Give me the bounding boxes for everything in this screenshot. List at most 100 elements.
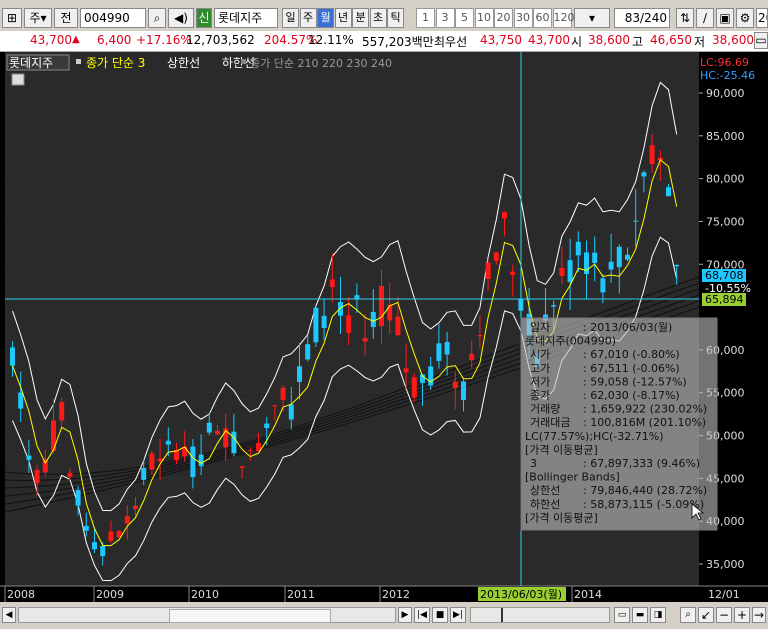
scroll-thumb[interactable] — [169, 609, 331, 623]
quote-bar: 43,700 ▲ 6,400 +17.16% 12,703,562 204.57… — [0, 31, 768, 52]
type-select[interactable]: 주▾ — [24, 8, 52, 28]
scroll-track[interactable] — [18, 607, 396, 623]
candle-body — [403, 368, 409, 373]
zoom-slider-thumb[interactable] — [501, 608, 503, 622]
tooltip-close_label: 종가 — [530, 389, 550, 402]
tooltip-low_label: 저가 — [530, 375, 550, 388]
candle-body — [633, 220, 639, 222]
period-2[interactable]: 주 — [299, 8, 317, 28]
period-7[interactable]: 틱 — [387, 8, 404, 28]
candle-body — [288, 404, 294, 420]
stock-name-field[interactable]: 롯데지주 — [214, 8, 278, 28]
gear-icon[interactable]: ⚙ — [736, 8, 754, 28]
interval-20[interactable]: 20 — [494, 8, 513, 28]
candle-body — [362, 338, 368, 342]
x-tick-label: 2009 — [96, 588, 124, 601]
legend-ma-multi: 종가 단순 210 220 230 240 — [250, 57, 392, 70]
stock-code-input[interactable]: 004990 — [80, 8, 146, 28]
search-icon-bottom[interactable]: ⌕ — [680, 607, 696, 623]
plus-icon[interactable]: + — [734, 607, 750, 623]
tooltip-name: 롯데지주(004990) — [525, 335, 616, 348]
minus-icon[interactable]: − — [716, 607, 732, 623]
zoom-out-icon[interactable]: ▬ — [632, 607, 648, 623]
interval-3[interactable]: 3 — [435, 8, 455, 28]
candle-body — [206, 422, 212, 433]
candle-body — [321, 315, 327, 329]
quote-amount: 557,203백만 — [362, 35, 434, 49]
period-4[interactable]: 년 — [334, 8, 352, 28]
zoom-fit-icon[interactable]: ◨ — [650, 607, 666, 623]
candle-body — [280, 387, 286, 401]
candle-body — [67, 473, 73, 477]
tooltip-vol: : 1,659,922 (230.02%) — [583, 403, 707, 416]
quote-price: 43,700 — [30, 33, 72, 47]
crosshair-tool-icon[interactable]: ⊞ — [2, 8, 22, 28]
period-5[interactable]: 분 — [352, 8, 369, 28]
tooltip-lchc: LC(77.57%);HC(-32.71%) — [525, 430, 664, 443]
candle-body — [674, 264, 680, 267]
interval-120[interactable]: 120 — [552, 8, 575, 28]
candle-body — [395, 316, 401, 336]
x-tick-label: 2008 — [7, 588, 35, 601]
last-page-icon[interactable]: ▶| — [450, 607, 466, 623]
data-tooltip: 일자: 2013/06/03(월)롯데지주(004990)시가: 67,010 … — [520, 317, 718, 531]
candle-body — [34, 469, 40, 484]
speaker-icon[interactable]: ◀) — [168, 8, 194, 28]
interval-dropdown[interactable]: ▾ — [574, 8, 610, 28]
candle-body — [411, 377, 417, 398]
scroll-right-button[interactable]: ▶ — [398, 607, 412, 623]
count-field[interactable]: 83/240 — [614, 8, 670, 28]
tooltip-amt: : 100,816M (201.10%) — [583, 416, 706, 429]
tooltip-high: : 67,511 (-0.06%) — [583, 362, 680, 375]
market-select[interactable]: 전 — [54, 8, 78, 28]
y-tick-label: 75,000 — [706, 215, 745, 228]
stop-icon[interactable]: ■ — [432, 607, 448, 623]
candle-body — [551, 305, 557, 307]
indicator-icon[interactable]: ⇅ — [676, 8, 694, 28]
interval-1[interactable]: 1 — [416, 8, 435, 28]
new-badge: 신 — [196, 8, 212, 28]
interval-60[interactable]: 60 — [533, 8, 552, 28]
candle-body — [42, 459, 48, 473]
candle-body — [264, 423, 270, 429]
zoom-in-icon[interactable]: ▭ — [614, 607, 630, 623]
table-icon[interactable] — [11, 73, 25, 86]
save-icon[interactable]: ▣ — [716, 8, 734, 28]
candle-body — [387, 304, 393, 321]
right-field[interactable]: 20 — [756, 8, 768, 28]
legend-upper: 상한선 — [167, 56, 200, 70]
quote-turnover: 12.11% — [308, 33, 354, 47]
low-label: 저 — [694, 35, 706, 49]
current-price: 68,708 — [705, 269, 744, 282]
period-1[interactable]: 일 — [282, 8, 299, 28]
scroll-left-button[interactable]: ◀ — [2, 607, 16, 623]
interval-5[interactable]: 5 — [455, 8, 474, 28]
zoom-slider[interactable] — [470, 607, 610, 623]
candle-body — [559, 267, 565, 276]
period-6[interactable]: 초 — [369, 8, 387, 28]
y-tick-label: 85,000 — [706, 130, 745, 143]
candle-body — [297, 366, 302, 382]
arrow-icon[interactable]: → — [752, 607, 766, 623]
period-3[interactable]: 월 — [317, 8, 334, 28]
interval-10[interactable]: 10 — [474, 8, 494, 28]
tooltip-ma_header2: [가격 이동평균] — [525, 511, 598, 524]
candle-body — [477, 334, 483, 337]
price-chart[interactable]: 롯데지주 종가 단순 3 상한선 하한선 종가 단순 210 220 230 2… — [0, 52, 768, 602]
legend-marker — [76, 59, 81, 64]
candle-body — [452, 381, 458, 389]
x-tick-label: 2012 — [382, 588, 410, 601]
collapse-icon[interactable]: ↙ — [698, 607, 714, 623]
search-icon[interactable]: ⌕ — [148, 8, 166, 28]
open-value: 38,600 — [588, 33, 630, 47]
interval-30[interactable]: 30 — [513, 8, 533, 28]
candle-body — [575, 241, 581, 256]
candle-body — [641, 172, 647, 177]
first-page-icon[interactable]: |◀ — [414, 607, 430, 623]
tooltip-bb_header: [Bollinger Bands] — [525, 471, 620, 484]
line-tool-icon[interactable]: ∕ — [696, 8, 714, 28]
candle-body — [83, 525, 89, 531]
candle-body — [600, 278, 606, 293]
expand-icon[interactable]: ▭ — [754, 32, 768, 49]
count-value: 83 — [624, 11, 641, 25]
